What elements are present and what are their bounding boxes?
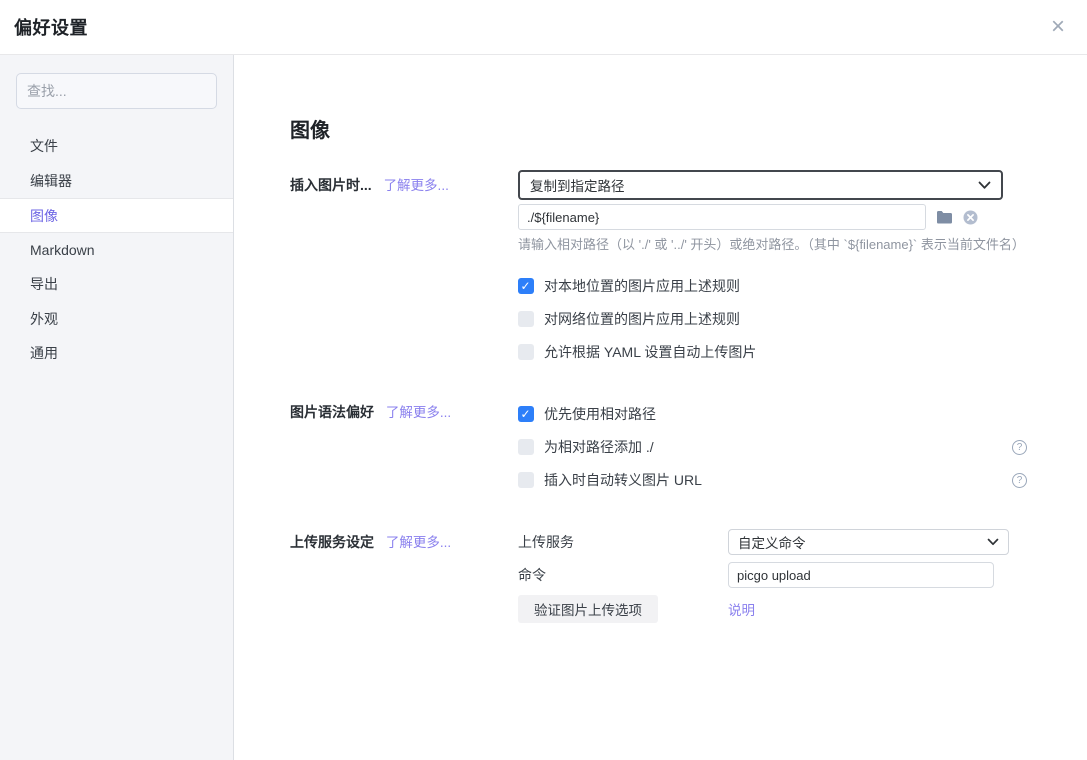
copy-path-input[interactable] [518,204,926,230]
command-label: 命令 [518,565,728,585]
search-input[interactable] [16,73,217,109]
apply-local-images-row: 对本地位置的图片应用上述规则 [518,276,1027,296]
page-title: 图像 [290,117,1027,145]
escape-url-checkbox[interactable] [518,472,534,488]
apply-online-images-row: 对网络位置的图片应用上述规则 [518,309,1027,329]
yaml-auto-upload-row: 允许根据 YAML 设置自动上传图片 [518,342,1027,362]
insert-learn-more-link[interactable]: 了解更多... [384,178,449,193]
image-syntax-label-group: 图片语法偏好 了解更多... [290,404,518,490]
settings-sidebar: 文件 编辑器 图像 Markdown 导出 外观 通用 [0,55,234,760]
sidebar-item-markdown[interactable]: Markdown [0,233,233,268]
upload-service-section-label: 上传服务设定 [290,534,374,550]
upload-service-label: 上传服务 [518,532,728,552]
prefer-relative-path-row: 优先使用相对路径 [518,404,1027,424]
path-hint-text: 请输入相对路径（以 './' 或 '../' 开头）或绝对路径。（其中 `${f… [518,236,1027,254]
insert-image-label: 插入图片时... [290,177,372,193]
insert-action-select[interactable]: 复制到指定路径 [518,170,1003,200]
dialog-header: 偏好设置 × [0,0,1087,55]
upload-service-section: 上传服务设定 了解更多... 上传服务 自定义命令 命令 [290,529,1027,623]
yaml-auto-upload-label: 允许根据 YAML 设置自动上传图片 [544,342,756,362]
image-syntax-label: 图片语法偏好 [290,404,374,420]
verify-row: 验证图片上传选项 说明 [518,595,1027,623]
verify-upload-button[interactable]: 验证图片上传选项 [518,595,658,623]
sidebar-item-general[interactable]: 通用 [0,336,233,371]
clear-path-icon[interactable] [963,210,978,225]
dialog-title: 偏好设置 [14,14,88,40]
help-icon[interactable]: ? [1012,473,1027,488]
insert-action-select-value: 复制到指定路径 [530,175,625,195]
chevron-down-icon [987,538,999,546]
apply-online-images-label: 对网络位置的图片应用上述规则 [544,309,740,329]
command-row: 命令 [518,562,1027,588]
image-syntax-section: 图片语法偏好 了解更多... 优先使用相对路径 为相对路径添加 ./ ? 插入时… [290,404,1027,490]
add-dot-slash-checkbox[interactable] [518,439,534,455]
add-dot-slash-label: 为相对路径添加 ./ [544,437,654,457]
sidebar-item-file[interactable]: 文件 [0,129,233,164]
insert-image-label-group: 插入图片时... 了解更多... [290,170,518,362]
apply-local-images-label: 对本地位置的图片应用上述规则 [544,276,740,296]
upload-service-label-group: 上传服务设定 了解更多... [290,529,518,623]
help-icon[interactable]: ? [1012,440,1027,455]
sidebar-item-appearance[interactable]: 外观 [0,302,233,337]
folder-browse-icon[interactable] [936,210,953,224]
upload-help-link[interactable]: 说明 [728,599,755,619]
upload-service-select[interactable]: 自定义命令 [728,529,1009,555]
prefer-relative-path-label: 优先使用相对路径 [544,404,656,424]
add-dot-slash-row: 为相对路径添加 ./ ? [518,437,1027,457]
escape-url-label: 插入时自动转义图片 URL [544,470,702,490]
insert-image-section: 插入图片时... 了解更多... 复制到指定路径 [290,170,1027,362]
sidebar-item-export[interactable]: 导出 [0,267,233,302]
image-settings-panel: 图像 插入图片时... 了解更多... 复制到指定路径 [234,55,1087,760]
close-icon[interactable]: × [1051,15,1065,39]
sidebar-item-editor[interactable]: 编辑器 [0,164,233,199]
command-input[interactable] [728,562,994,588]
prefer-relative-path-checkbox[interactable] [518,406,534,422]
syntax-learn-more-link[interactable]: 了解更多... [386,405,451,420]
upload-service-row: 上传服务 自定义命令 [518,529,1027,555]
escape-url-row: 插入时自动转义图片 URL ? [518,470,1027,490]
apply-local-images-checkbox[interactable] [518,278,534,294]
apply-online-images-checkbox[interactable] [518,311,534,327]
sidebar-item-image[interactable]: 图像 [0,198,233,233]
upload-service-select-value: 自定义命令 [738,532,806,552]
yaml-auto-upload-checkbox[interactable] [518,344,534,360]
upload-learn-more-link[interactable]: 了解更多... [386,535,451,550]
chevron-down-icon [978,181,991,190]
